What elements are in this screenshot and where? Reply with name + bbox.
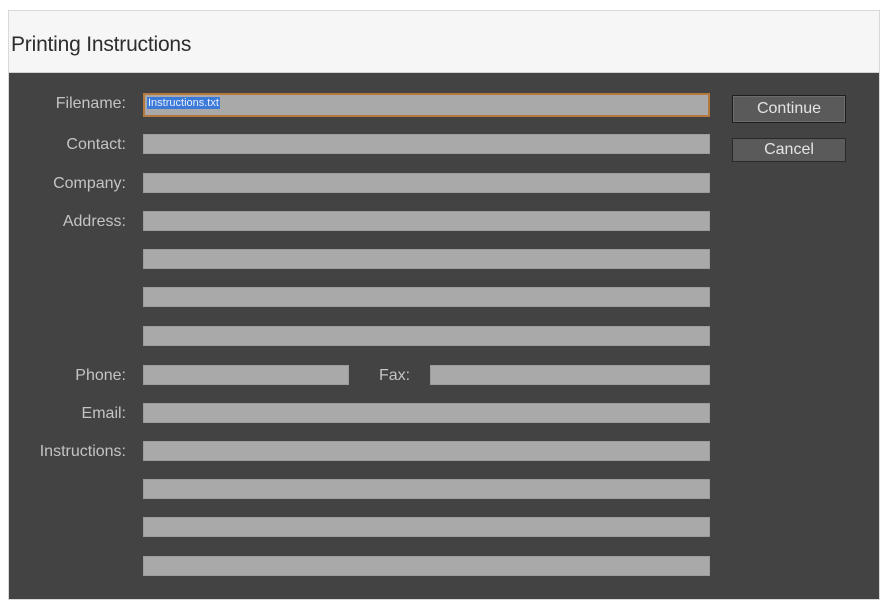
email-label: Email: [81,405,126,422]
printing-instructions-dialog: Printing Instructions Filename: Instruct… [8,10,880,600]
continue-button[interactable]: Continue [732,95,846,123]
company-label: Company: [53,175,126,192]
fax-field[interactable] [430,365,710,385]
filename-value: Instructions.txt [147,97,220,109]
company-field[interactable] [143,173,710,193]
address-field-line-4[interactable] [143,326,710,346]
contact-field[interactable] [143,134,710,154]
phone-field[interactable] [143,365,349,385]
contact-label: Contact: [66,136,126,153]
instructions-field-line-1[interactable] [143,441,710,461]
dialog-title: Printing Instructions [11,33,192,56]
filename-label: Filename: [55,95,126,112]
address-field-line-3[interactable] [143,287,710,307]
address-field-line-2[interactable] [143,249,710,269]
instructions-field-line-2[interactable] [143,479,710,499]
fax-label: Fax: [379,367,411,384]
filename-field[interactable]: Instructions.txt [143,93,710,117]
phone-label: Phone: [75,367,126,384]
cancel-button[interactable]: Cancel [732,138,846,162]
email-field[interactable] [143,403,710,423]
title-bar: Printing Instructions [9,11,879,73]
instructions-label: Instructions: [39,443,126,460]
address-label: Address: [62,213,126,230]
address-field-line-1[interactable] [143,211,710,231]
instructions-field-line-4[interactable] [143,556,710,576]
instructions-field-line-3[interactable] [143,517,710,537]
